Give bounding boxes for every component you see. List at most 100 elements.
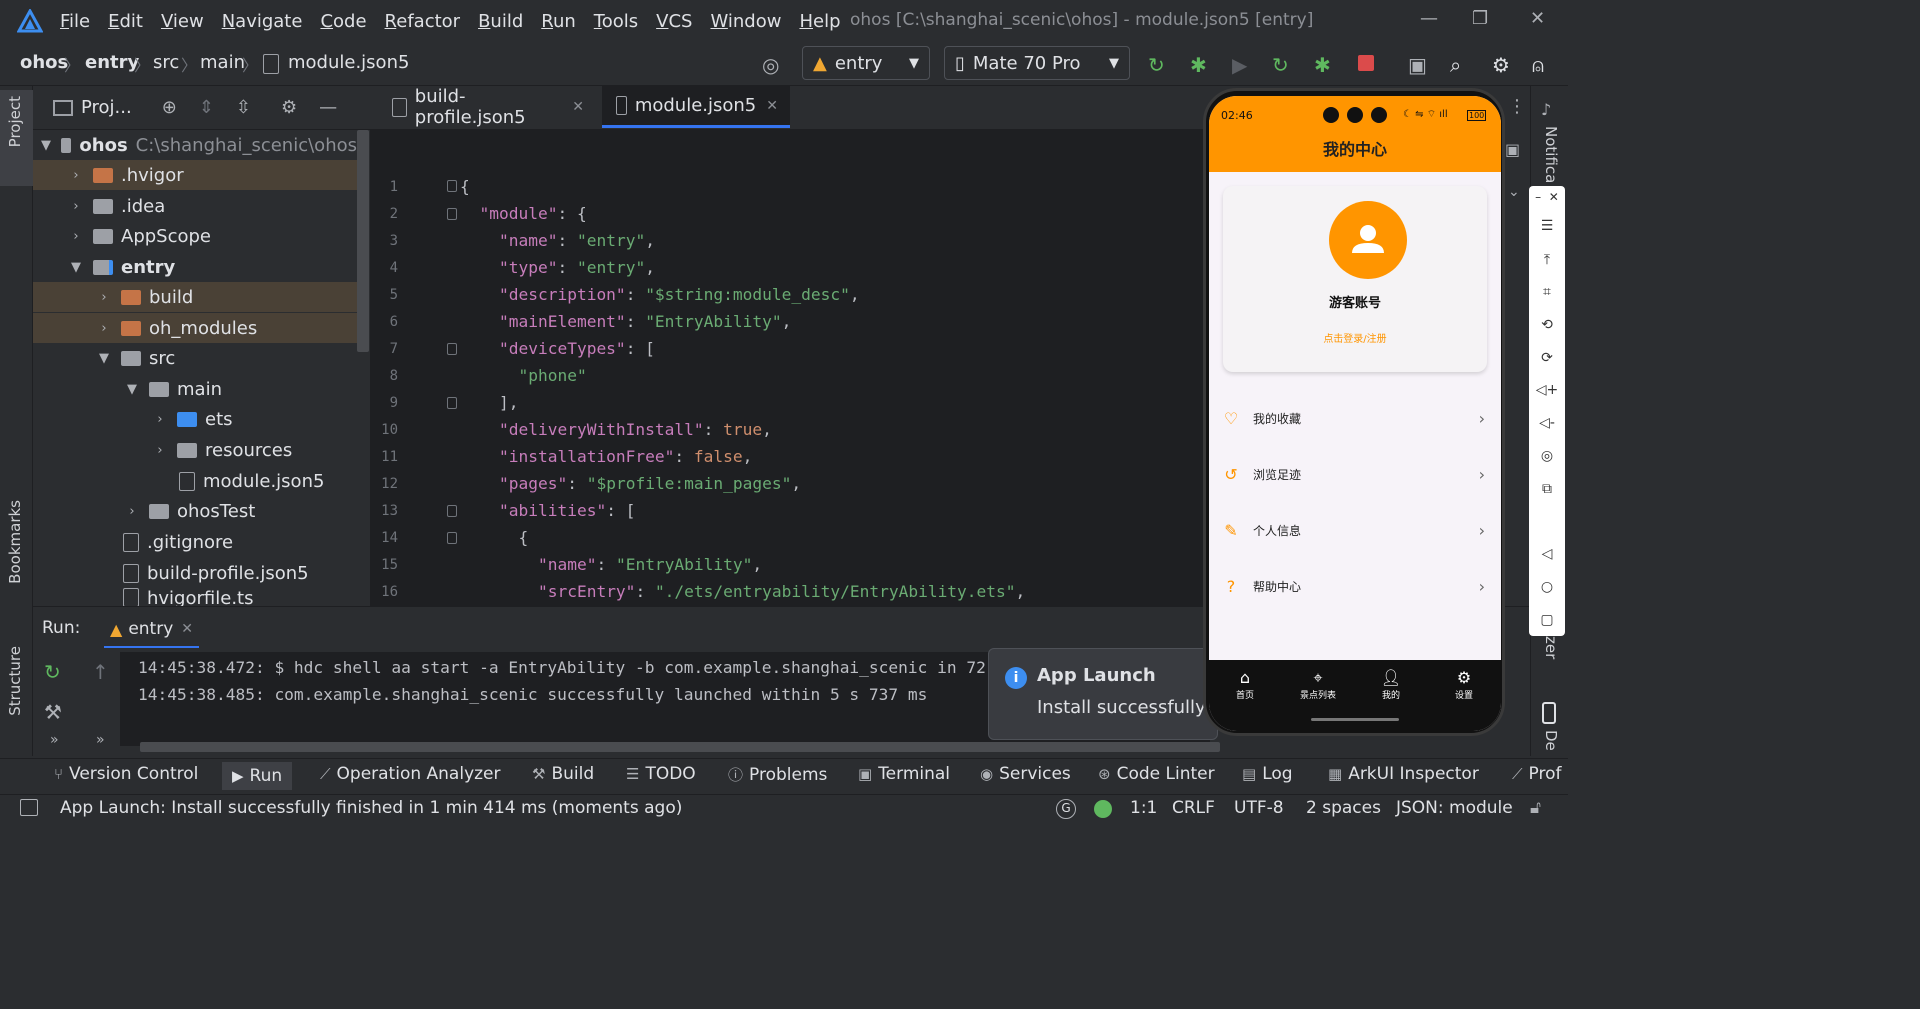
tool-services[interactable]: ◉ Services — [980, 764, 1071, 784]
back-icon[interactable]: ◁ — [1529, 546, 1565, 562]
tree-item-idea[interactable]: › .idea — [33, 191, 357, 221]
phone-tab-scenic-list[interactable]: ⌖ 景点列表 — [1288, 668, 1348, 701]
more-actions-icon[interactable]: » — [96, 732, 105, 748]
reader-mode-icon[interactable]: ▣ — [1505, 140, 1520, 159]
device-icon[interactable] — [1542, 702, 1556, 724]
tab-module-json5[interactable]: module.json5 ✕ — [602, 86, 790, 128]
indent-setting[interactable]: 2 spaces — [1306, 798, 1381, 818]
multi-window-icon[interactable]: ⧉ — [1529, 481, 1565, 497]
rerun-icon[interactable]: ↻ — [1148, 53, 1165, 77]
device-side-tab[interactable]: De — [1542, 730, 1560, 751]
project-scrollbar[interactable] — [357, 130, 369, 352]
locate-icon[interactable]: ⊕ — [162, 97, 177, 118]
phone-tab-settings[interactable]: ⚙ 设置 — [1434, 668, 1494, 701]
scroll-up-icon[interactable]: ↑ — [92, 660, 109, 684]
menu-build[interactable]: Build — [478, 11, 523, 32]
fold-marker-icon[interactable] — [447, 532, 457, 544]
project-panel-title[interactable]: Proj... — [81, 97, 132, 118]
tool-problems[interactable]: ⓘ Problems — [728, 764, 827, 785]
tool-log[interactable]: ▤ Log — [1242, 764, 1293, 784]
tree-item-ets[interactable]: › ets — [33, 404, 357, 434]
login-link[interactable]: 点击登录/注册 — [1223, 330, 1487, 345]
device-manager-icon[interactable]: ▣ — [1408, 53, 1427, 77]
rotate-icon[interactable]: ⟲ — [1529, 317, 1565, 333]
bell-icon[interactable]: ♪ — [1541, 100, 1551, 119]
menu-vcs[interactable]: VCS — [656, 11, 692, 32]
fold-marker-icon[interactable] — [447, 397, 457, 409]
close-window-icon[interactable]: ✕ — [1530, 8, 1545, 29]
tree-item-src[interactable]: ▼ src — [33, 343, 357, 373]
close-icon[interactable]: ✕ — [181, 621, 193, 637]
tool-profiler[interactable]: ⟋ Prof — [1512, 764, 1568, 784]
rotate-cw-icon[interactable]: ⟳ — [1529, 350, 1565, 366]
bookmarks-side-tab[interactable]: Bookmarks — [6, 500, 24, 584]
tree-item-hvigorfile[interactable]: hvigorfile.ts — [33, 588, 357, 606]
avatar[interactable] — [1329, 201, 1407, 279]
tree-item-main[interactable]: ▼ main — [33, 374, 357, 404]
tree-item-oh-modules[interactable]: › oh_modules — [33, 313, 357, 343]
breadcrumb-src[interactable]: src — [153, 52, 179, 73]
tree-item-resources[interactable]: › resources — [33, 435, 357, 465]
tree-item-build-profile[interactable]: build-profile.json5 — [33, 558, 357, 588]
tree-item-gitignore[interactable]: .gitignore — [33, 527, 357, 557]
phone-screen[interactable]: 02:46 ☾ ⇋ ⌔ ıll 100 我的中心 游客账号 点击登录/注册 ♡ … — [1209, 96, 1501, 731]
recents-icon[interactable]: ▢ — [1529, 612, 1565, 628]
tree-item-module-json5[interactable]: module.json5 — [33, 466, 357, 496]
tool-code-linter[interactable]: ⊛ Code Linter — [1098, 764, 1215, 784]
rerun-icon[interactable]: ↻ — [44, 660, 61, 684]
chevron-down-icon[interactable]: ⌄ — [1508, 184, 1520, 200]
attach-debugger-icon[interactable]: ▶ — [1232, 53, 1247, 77]
home-icon[interactable]: ○ — [1529, 579, 1565, 595]
tree-item-hvigor[interactable]: › .hvigor — [33, 160, 357, 190]
screenshot-icon[interactable]: ◎ — [1529, 448, 1565, 464]
tool-terminal[interactable]: ▣ Terminal — [858, 764, 950, 784]
phone-tab-mine[interactable]: 👤︎ 我的 — [1361, 668, 1421, 701]
toggle-panels-icon[interactable] — [20, 799, 38, 816]
fold-marker-icon[interactable] — [447, 208, 457, 220]
analyzer-side-tab[interactable]: zer — [1542, 636, 1560, 659]
tree-item-appscope[interactable]: › AppScope — [33, 221, 357, 251]
crop-icon[interactable]: ⌗ — [1529, 284, 1565, 300]
menu-window[interactable]: Window — [710, 11, 781, 32]
status-message[interactable]: App Launch: Install successfully finishe… — [60, 798, 682, 818]
more-actions-icon[interactable]: » — [50, 732, 59, 748]
tree-item-ohos[interactable]: ▼ ohos C:\shanghai_scenic\ohos — [33, 130, 357, 160]
menu-edit[interactable]: Edit — [108, 11, 143, 32]
expand-all-icon[interactable]: ⇕ — [199, 97, 214, 118]
cursor-position[interactable]: 1:1 — [1130, 798, 1157, 818]
console-horizontal-scrollbar[interactable] — [140, 742, 1220, 752]
app-launch-notification[interactable]: i App Launch Install successfully fi — [988, 648, 1223, 740]
restore-icon[interactable]: ❐ — [1472, 8, 1488, 29]
status-ok-icon[interactable] — [1094, 800, 1112, 818]
gear-icon[interactable]: ⚙ — [1492, 53, 1510, 77]
run-config-selector[interactable]: ▲ entry ▼ — [802, 46, 930, 80]
hide-panel-icon[interactable]: — — [319, 97, 337, 118]
device-selector[interactable]: ▯ Mate 70 Pro ▼ — [944, 46, 1130, 80]
breadcrumb-file[interactable]: module.json5 — [288, 52, 409, 73]
volume-down-icon[interactable]: ◁- — [1529, 415, 1565, 431]
collapse-all-icon[interactable]: ⇳ — [236, 97, 251, 118]
search-icon[interactable]: ⌕ — [1450, 53, 1461, 77]
breadcrumb-main[interactable]: main — [200, 52, 245, 73]
menu-view[interactable]: View — [161, 11, 204, 32]
emulator-minimize-icon[interactable]: – ✕ — [1529, 190, 1565, 204]
account-card[interactable]: 游客账号 点击登录/注册 — [1223, 186, 1487, 372]
menu-item-history[interactable]: ↺ 浏览足迹 › — [1209, 446, 1501, 502]
target-icon[interactable]: ◎ — [762, 53, 779, 77]
menu-file[interactable]: File — [60, 11, 90, 32]
menu-icon[interactable]: ☰ — [1529, 218, 1565, 234]
menu-run[interactable]: Run — [541, 11, 576, 32]
apply-changes-icon[interactable]: ↻ — [1272, 53, 1289, 77]
tool-todo[interactable]: ☰ TODO — [626, 764, 696, 784]
menu-item-help[interactable]: ? 帮助中心 › — [1209, 558, 1501, 614]
tool-version-control[interactable]: ⑂ Version Control — [54, 764, 198, 784]
structure-side-tab[interactable]: Structure — [6, 646, 24, 716]
home-indicator[interactable] — [1311, 718, 1399, 721]
run-tab-entry[interactable]: ▲ entry ✕ — [104, 612, 199, 648]
tool-arkui-inspector[interactable]: ▦ ArkUI Inspector — [1328, 764, 1479, 784]
fold-marker-icon[interactable] — [447, 343, 457, 355]
menu-item-profile[interactable]: ✎ 个人信息 › — [1209, 502, 1501, 558]
menu-code[interactable]: Code — [320, 11, 366, 32]
account-icon[interactable]: ⍝ — [1532, 53, 1544, 77]
lock-icon[interactable]: 🔓︎ — [1530, 798, 1541, 818]
